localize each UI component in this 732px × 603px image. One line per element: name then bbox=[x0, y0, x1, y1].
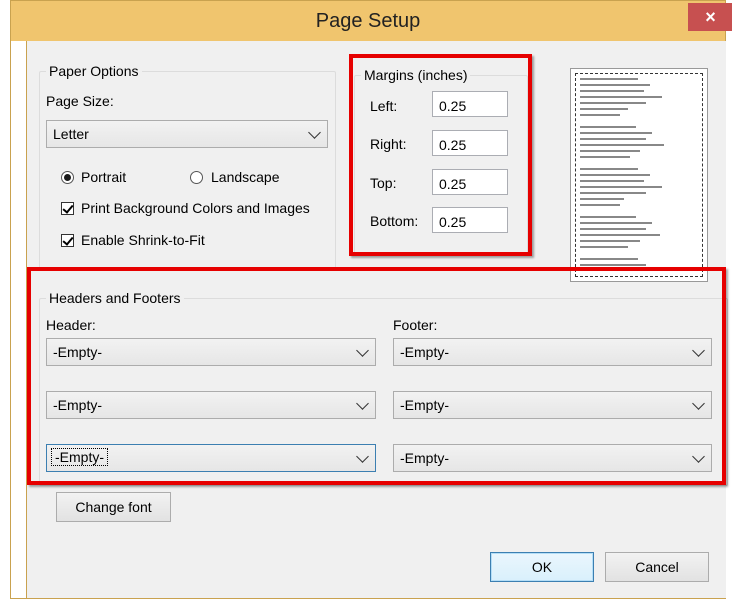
dialog-body: Paper Options Page Size: Letter Portrait… bbox=[26, 41, 728, 598]
preview-text-line bbox=[580, 78, 638, 80]
title-bar[interactable]: Page Setup × bbox=[11, 1, 732, 41]
paper-options-legend: Paper Options bbox=[46, 63, 142, 79]
ok-button[interactable]: OK bbox=[490, 552, 594, 582]
preview-text-line bbox=[580, 114, 620, 116]
preview-text-line bbox=[580, 168, 638, 170]
preview-text-line bbox=[580, 90, 644, 92]
page-preview-border bbox=[575, 73, 703, 277]
landscape-radio[interactable] bbox=[190, 171, 203, 184]
shrink-to-fit-label[interactable]: Enable Shrink-to-Fit bbox=[81, 232, 205, 248]
close-icon: × bbox=[705, 7, 716, 27]
preview-text-line bbox=[580, 234, 660, 236]
preview-text-line bbox=[580, 180, 644, 182]
preview-text-line bbox=[580, 138, 646, 140]
preview-text-line bbox=[580, 132, 652, 134]
page-size-value: Letter bbox=[53, 126, 89, 142]
close-button[interactable]: × bbox=[688, 3, 732, 31]
shrink-to-fit-checkbox[interactable] bbox=[61, 234, 74, 247]
preview-text-line bbox=[580, 198, 624, 200]
preview-text-line bbox=[580, 228, 646, 230]
preview-text-line bbox=[580, 156, 630, 158]
cancel-button[interactable]: Cancel bbox=[605, 552, 709, 582]
dialog-title: Page Setup bbox=[315, 10, 421, 32]
preview-text-line bbox=[580, 126, 636, 128]
preview-text-line bbox=[580, 96, 662, 98]
preview-text-line bbox=[580, 186, 662, 188]
page-size-select[interactable]: Letter bbox=[46, 120, 328, 148]
preview-text-line bbox=[580, 222, 652, 224]
portrait-label[interactable]: Portrait bbox=[81, 169, 126, 185]
radio-dot-icon bbox=[64, 174, 71, 181]
preview-text-line bbox=[580, 102, 646, 104]
preview-text-line bbox=[580, 204, 620, 206]
preview-text-line bbox=[580, 216, 636, 218]
page-setup-dialog: Page Setup × Paper Options Page Size: Le… bbox=[10, 0, 732, 599]
preview-text-line bbox=[580, 174, 650, 176]
margins-highlight-box bbox=[349, 54, 532, 256]
headers-footers-highlight-box bbox=[27, 267, 726, 485]
portrait-radio[interactable] bbox=[61, 171, 74, 184]
landscape-label[interactable]: Landscape bbox=[211, 169, 280, 185]
preview-text-line bbox=[580, 192, 646, 194]
preview-text-line bbox=[580, 108, 628, 110]
preview-text-line bbox=[580, 150, 640, 152]
checkmark-icon bbox=[62, 234, 74, 246]
preview-text-line bbox=[580, 84, 650, 86]
preview-text-line bbox=[580, 264, 646, 266]
page-preview bbox=[570, 68, 708, 282]
checkmark-icon bbox=[62, 202, 74, 214]
chevron-down-icon bbox=[308, 126, 321, 139]
preview-text-line bbox=[580, 240, 640, 242]
preview-text-line bbox=[580, 258, 638, 260]
preview-text-line bbox=[580, 144, 664, 146]
page-size-label: Page Size: bbox=[46, 93, 114, 109]
preview-text-line bbox=[580, 246, 628, 248]
print-background-checkbox[interactable] bbox=[61, 202, 74, 215]
print-background-label[interactable]: Print Background Colors and Images bbox=[81, 200, 310, 216]
change-font-button[interactable]: Change font bbox=[56, 492, 171, 522]
